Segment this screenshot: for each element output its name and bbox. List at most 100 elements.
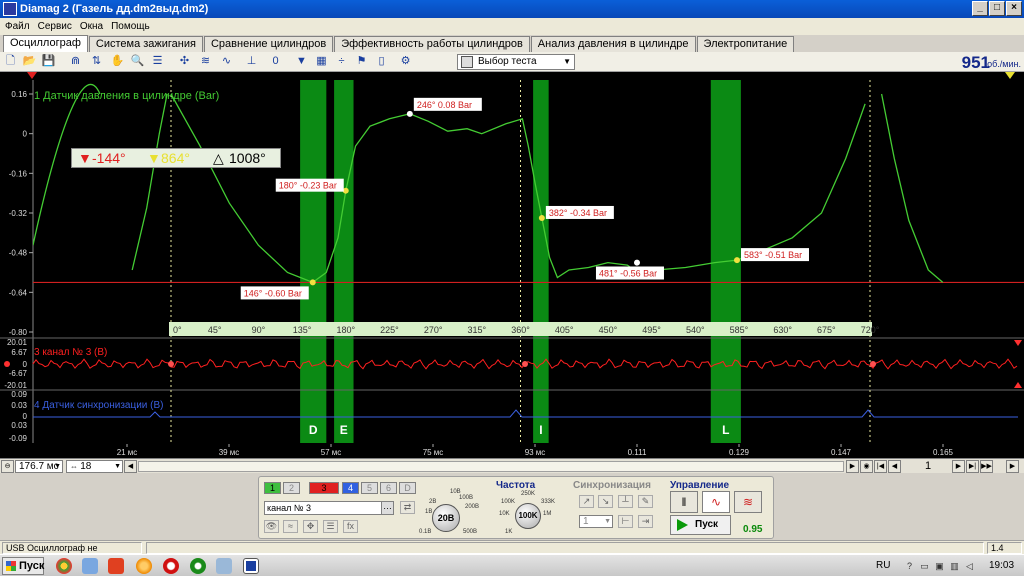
open-folder-icon[interactable]: 📂 xyxy=(22,54,37,69)
help-tray-icon[interactable]: ? xyxy=(904,561,915,572)
angle-tick-label: 45° xyxy=(208,325,222,335)
eye-icon[interactable]: 👁 xyxy=(264,520,279,533)
compress-icon[interactable]: ✣ xyxy=(177,54,192,69)
oscilloscope-plot[interactable]: D E I L 0.16 0 -0.16 -0.32 -0.48 -0.64 -0.80 146°… xyxy=(0,72,1024,444)
pause-button[interactable]: ‖ xyxy=(670,491,698,513)
start-menu-button[interactable]: Пуск xyxy=(2,557,44,575)
tab-cylinder-compare[interactable]: Сравнение цилиндров xyxy=(203,36,334,52)
angle-tick-label: 315° xyxy=(468,325,487,335)
continuous-mode-button[interactable]: ≋ xyxy=(734,491,762,513)
minimize-button[interactable]: _ xyxy=(972,1,988,16)
single-mode-button[interactable]: ∿ xyxy=(702,491,730,513)
play-page-button[interactable]: ▶| xyxy=(966,460,979,473)
sync-next-icon[interactable]: ⇥ xyxy=(638,515,653,528)
tab-oscilloscope[interactable]: Осциллограф xyxy=(3,35,88,52)
volume-tray-icon[interactable]: ◁ xyxy=(964,561,975,572)
test-select[interactable]: Выбор теста ▼ xyxy=(457,54,575,70)
tab-pressure-analysis[interactable]: Анализ давления в цилиндре xyxy=(530,36,696,52)
red-cursor-marker xyxy=(27,72,37,79)
horizontal-scrollbar[interactable] xyxy=(138,461,844,472)
menu-windows[interactable]: Окна xyxy=(80,18,103,35)
page-icon[interactable]: ▯ xyxy=(374,54,389,69)
zero-icon[interactable]: 0 xyxy=(268,54,283,69)
copy-icon[interactable]: ⇄ xyxy=(400,501,415,514)
flag-icon[interactable]: ⚑ xyxy=(354,54,369,69)
ch1-tick-label: 0.16 xyxy=(11,90,27,99)
sync-prev-icon[interactable]: ⊢ xyxy=(618,515,633,528)
channel-5-button[interactable]: 5 xyxy=(361,482,378,494)
measure-icon[interactable]: ⊥ xyxy=(244,54,259,69)
band-label-e: E xyxy=(340,423,348,437)
menu-service[interactable]: Сервис xyxy=(38,18,72,35)
frequency-knob[interactable]: 100K xyxy=(515,503,541,529)
marker-tool-icon[interactable]: ⇅ xyxy=(89,54,104,69)
record-icon[interactable]: ◉ xyxy=(860,460,873,473)
monitor-tray-icon[interactable]: ▣ xyxy=(934,561,945,572)
menu-help[interactable]: Помощь xyxy=(111,18,150,35)
cursor-tool-icon[interactable]: ⋒ xyxy=(68,54,83,69)
invert-icon[interactable]: ✥ xyxy=(303,520,318,533)
scroll-left-button[interactable]: ◀ xyxy=(124,460,137,473)
tab-ignition[interactable]: Система зажигания xyxy=(88,36,203,52)
hand-tool-icon[interactable]: ✋ xyxy=(110,54,125,69)
channel-1-button[interactable]: 1 xyxy=(264,482,281,494)
diamag-taskbar-icon[interactable] xyxy=(243,558,259,574)
ch3-sync-dot xyxy=(522,361,528,367)
marker-label: 180° -0.23 Bar xyxy=(279,181,337,191)
ratio-value: 0.95 xyxy=(743,524,763,535)
file-manager-icon[interactable] xyxy=(216,558,232,574)
zoom-out-icon[interactable]: ⊖ xyxy=(1,460,14,473)
time-window-select[interactable]: 176.7 мс ▼ xyxy=(15,460,63,473)
torrent-icon[interactable] xyxy=(190,558,206,574)
first-page-button[interactable]: |◀ xyxy=(874,460,887,473)
zoom-icon[interactable]: 🔍 xyxy=(130,54,145,69)
app-icon-red[interactable] xyxy=(108,558,124,574)
last-page-button[interactable]: ▶▶ xyxy=(980,460,993,473)
waves-icon[interactable]: ≋ xyxy=(198,54,213,69)
save-icon[interactable]: 💾 xyxy=(41,54,56,69)
scroll-right-button[interactable]: ▶ xyxy=(846,460,859,473)
zoom-select[interactable]: ⇔ 18 ▼ xyxy=(66,460,123,473)
settings-icon[interactable]: ⚙ xyxy=(398,54,413,69)
channel-name-field[interactable]: канал № 3 … xyxy=(264,501,394,515)
function-icon[interactable]: fx xyxy=(343,520,358,533)
menu-file[interactable]: Файл xyxy=(5,18,30,35)
usb-tray-icon[interactable]: ▭ xyxy=(919,561,930,572)
sync-select[interactable]: 1 ▼ xyxy=(579,515,613,528)
maximize-button[interactable]: □ xyxy=(989,1,1005,16)
lines-icon[interactable]: ☰ xyxy=(323,520,338,533)
sync-rise-icon[interactable]: ↗ xyxy=(579,495,594,508)
explorer-icon[interactable] xyxy=(82,558,98,574)
more-icon[interactable]: … xyxy=(381,502,393,514)
tab-power-supply[interactable]: Электропитание xyxy=(696,36,795,52)
channel-4-button[interactable]: 4 xyxy=(342,482,359,494)
channel-6-button[interactable]: 6 xyxy=(380,482,397,494)
tab-cylinder-efficiency[interactable]: Эффективность работы цилиндров xyxy=(334,36,530,52)
prev-page-button[interactable]: ◀ xyxy=(888,460,901,473)
noise-icon[interactable]: ≈ xyxy=(283,520,298,533)
channel-2-button[interactable]: 2 xyxy=(283,482,300,494)
channel-3-button[interactable]: 3 xyxy=(309,482,339,494)
language-indicator[interactable]: RU xyxy=(876,557,890,575)
tab-bar: Осциллограф Система зажигания Сравнение … xyxy=(0,35,1024,52)
cycle-icon[interactable]: ∿ xyxy=(219,54,234,69)
app-icon-orange[interactable] xyxy=(136,558,152,574)
new-file-icon[interactable]: 🗋 xyxy=(3,54,18,69)
next-page-button[interactable]: ▶ xyxy=(952,460,965,473)
trigger-icon[interactable]: ▼ xyxy=(294,54,309,69)
time-tick-label: 57 мс xyxy=(321,448,342,457)
forward-button[interactable]: ▶ xyxy=(1006,460,1019,473)
chrome-icon[interactable] xyxy=(56,558,72,574)
sync-auto-icon[interactable]: ✎ xyxy=(638,495,653,508)
close-button[interactable]: × xyxy=(1006,1,1022,16)
table-icon[interactable]: ▦ xyxy=(314,54,329,69)
split-icon[interactable]: ÷ xyxy=(334,54,349,69)
network-tray-icon[interactable]: ▥ xyxy=(949,561,960,572)
filter-icon[interactable]: ☰ xyxy=(150,54,165,69)
sync-fall-icon[interactable]: ↘ xyxy=(598,495,613,508)
opera-icon[interactable] xyxy=(163,558,179,574)
start-button[interactable]: Пуск xyxy=(670,515,731,535)
sync-level-icon[interactable]: ┴ xyxy=(618,495,633,508)
voltage-knob[interactable]: 20В xyxy=(432,504,460,532)
channel-d-button[interactable]: D xyxy=(399,482,416,494)
